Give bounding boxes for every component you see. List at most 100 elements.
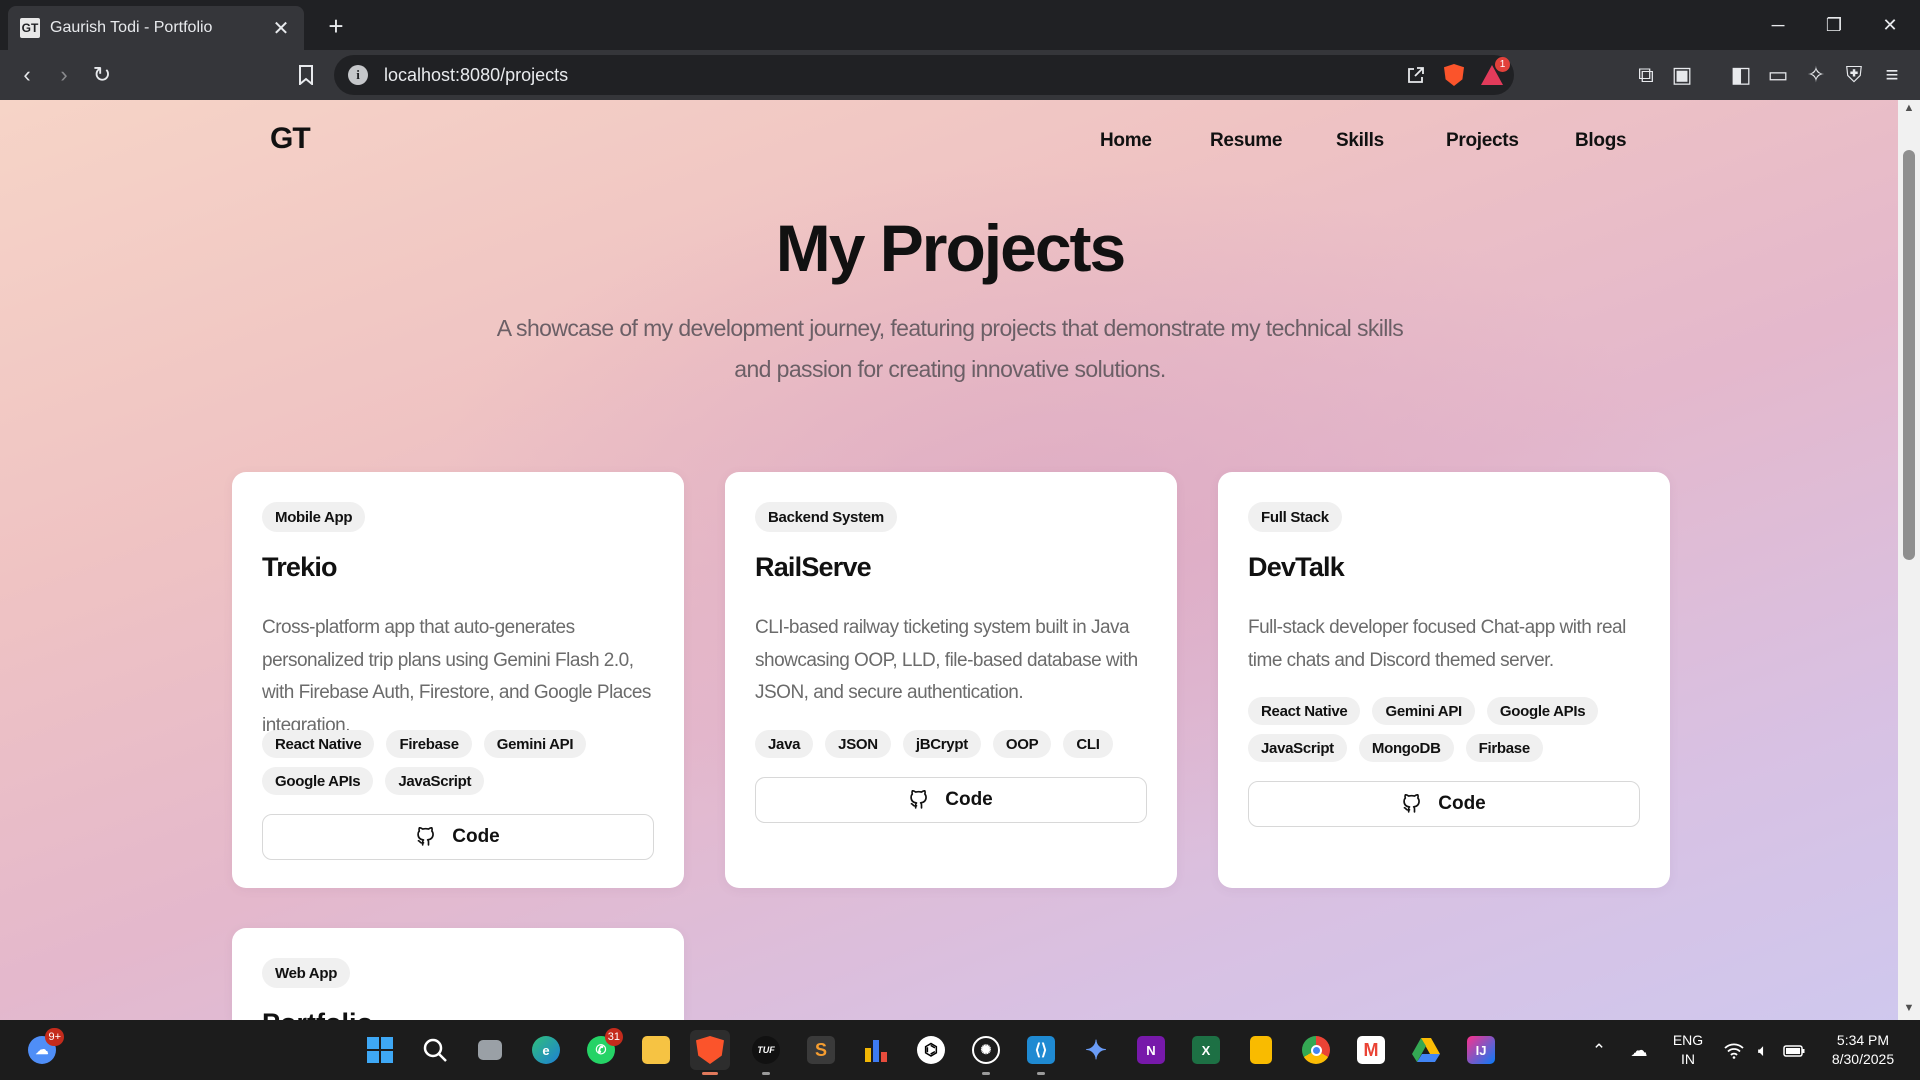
show-hidden-icons-icon[interactable]: ⌃ <box>1587 1040 1611 1062</box>
region-code: IN <box>1681 1051 1695 1067</box>
search-button[interactable] <box>415 1030 455 1070</box>
taskbar-chrome[interactable] <box>1296 1030 1336 1070</box>
category-badge: Mobile App <box>262 502 366 532</box>
tech-tag: OOP <box>992 730 1052 758</box>
clock-date: 8/30/2025 <box>1831 1051 1895 1067</box>
taskbar-vscode[interactable]: ⟨⟩ <box>1021 1030 1061 1075</box>
url-text[interactable]: localhost:8080/projects <box>384 65 1400 86</box>
nav-projects[interactable]: Projects <box>1446 130 1519 152</box>
folder-icon <box>642 1036 670 1064</box>
language-indicator[interactable]: ENG IN <box>1665 1031 1711 1069</box>
taskbar-file-explorer[interactable] <box>636 1030 676 1070</box>
minimize-button[interactable]: ─ <box>1750 0 1806 50</box>
taskbar-drive[interactable] <box>1406 1030 1446 1070</box>
back-icon[interactable]: ‹ <box>11 59 43 91</box>
restore-button[interactable]: ❐ <box>1806 0 1862 50</box>
taskbar-onenote[interactable]: N <box>1131 1030 1171 1070</box>
onedrive-icon[interactable]: ☁ <box>1627 1040 1651 1062</box>
battery-icon[interactable] <box>1782 1040 1806 1062</box>
project-description: Full-stack developer focused Chat-app wi… <box>1248 617 1626 671</box>
running-indicator <box>762 1072 770 1075</box>
site-logo[interactable]: GT <box>270 122 311 156</box>
project-title: Trekio <box>262 552 338 582</box>
site-info-icon[interactable]: i <box>348 65 368 85</box>
category-badge: Full Stack <box>1248 502 1342 532</box>
excel-icon: X <box>1192 1036 1220 1064</box>
share-icon[interactable] <box>1400 59 1432 91</box>
project-title: RailServe <box>755 552 872 582</box>
brave-icon <box>696 1036 724 1064</box>
taskbar-sublime[interactable]: S <box>801 1030 841 1070</box>
volume-icon[interactable]: 🔈︎ <box>1751 1040 1775 1062</box>
taskbar-brave[interactable] <box>690 1030 730 1075</box>
tech-tag: JavaScript <box>385 767 485 795</box>
bookmark-icon[interactable] <box>290 59 322 91</box>
taskbar-charts-app[interactable] <box>856 1030 896 1070</box>
extensions-icon[interactable]: ⧉ <box>1630 59 1662 91</box>
address-bar[interactable]: i localhost:8080/projects 1 <box>334 55 1514 95</box>
taskbar-gmail[interactable]: M <box>1351 1030 1391 1070</box>
taskbar-github[interactable]: ⌬ <box>911 1030 951 1070</box>
taskbar-tuf[interactable]: TUF <box>746 1030 786 1075</box>
nav-home[interactable]: Home <box>1100 130 1152 152</box>
github-icon <box>910 790 928 809</box>
category-badge: Web App <box>262 958 351 988</box>
new-tab-button[interactable]: + <box>320 10 352 42</box>
reload-icon[interactable]: ↻ <box>86 59 118 91</box>
taskbar: ☁ 9+ e ✆ 31 TUF S ⌬ ✺ ⟨⟩ ✦ N X M IJ ⌃ ☁ … <box>0 1020 1920 1080</box>
page-scrollbar[interactable]: ▲ ▼ <box>1898 100 1920 1020</box>
project-title: DevTalk <box>1248 552 1345 582</box>
nav-skills[interactable]: Skills <box>1336 130 1384 152</box>
sidebar-icon[interactable]: ◧ <box>1725 59 1757 91</box>
scroll-down-arrow-icon[interactable]: ▼ <box>1902 1002 1916 1018</box>
project-description: CLI-based railway ticketing system built… <box>755 617 1138 703</box>
code-button[interactable]: Code <box>1248 781 1640 827</box>
taskbar-keep[interactable] <box>1241 1030 1281 1070</box>
tab-close-icon[interactable]: ✕ <box>270 16 292 41</box>
running-indicator <box>1037 1072 1045 1075</box>
task-view-icon <box>478 1040 502 1060</box>
brave-rewards-icon[interactable]: 1 <box>1476 57 1510 91</box>
taskbar-gemini[interactable]: ✦ <box>1076 1030 1116 1070</box>
drive-icon <box>1412 1038 1440 1062</box>
taskbar-chatgpt[interactable]: ✺ <box>966 1030 1006 1075</box>
brave-shields-icon[interactable] <box>1438 59 1470 91</box>
taskbar-edge[interactable]: e <box>526 1030 566 1070</box>
clock[interactable]: 5:34 PM 8/30/2025 <box>1818 1031 1908 1069</box>
menu-icon[interactable]: ≡ <box>1876 59 1908 91</box>
tech-tag: Java <box>755 730 814 758</box>
taskbar-jetbrains[interactable]: IJ <box>1461 1030 1501 1070</box>
close-window-button[interactable]: ✕ <box>1862 0 1918 50</box>
task-view-button[interactable] <box>470 1030 510 1070</box>
taskbar-whatsapp[interactable]: ✆ 31 <box>581 1028 623 1070</box>
scroll-up-arrow-icon[interactable]: ▲ <box>1902 102 1916 118</box>
code-button[interactable]: Code <box>755 777 1147 823</box>
scrollbar-thumb[interactable] <box>1903 150 1915 560</box>
taskbar-excel[interactable]: X <box>1186 1030 1226 1070</box>
tech-tag: JSON <box>825 730 891 758</box>
wifi-icon[interactable] <box>1722 1040 1746 1062</box>
wallet-icon[interactable]: ▭ <box>1762 59 1794 91</box>
forward-icon[interactable]: › <box>48 59 80 91</box>
nav-resume[interactable]: Resume <box>1210 130 1282 152</box>
clock-time: 5:34 PM <box>1836 1032 1890 1048</box>
weather-widget[interactable]: ☁ 9+ <box>22 1028 64 1070</box>
start-button[interactable] <box>360 1030 400 1070</box>
code-button[interactable]: Code <box>262 814 654 860</box>
browser-tab[interactable]: GT Gaurish Todi - Portfolio ✕ <box>8 6 304 50</box>
reader-mode-icon[interactable]: ▣ <box>1666 59 1698 91</box>
tech-tag: Google APIs <box>262 767 374 795</box>
browser-tab-bar: GT Gaurish Todi - Portfolio ✕ + ─ ❐ ✕ <box>0 0 1920 50</box>
project-description: Cross-platform app that auto-generates p… <box>262 617 651 736</box>
onenote-icon: N <box>1137 1036 1165 1064</box>
tech-tags: React Native Firebase Gemini API Google … <box>262 730 662 795</box>
edge-icon: e <box>532 1036 560 1064</box>
github-icon <box>417 827 435 846</box>
leo-ai-icon[interactable]: ✧ <box>1800 59 1832 91</box>
gmail-icon: M <box>1357 1036 1385 1064</box>
chrome-icon <box>1302 1036 1330 1064</box>
nav-blogs[interactable]: Blogs <box>1575 130 1627 152</box>
tech-tag: CLI <box>1063 730 1113 758</box>
tech-tag: Google APIs <box>1486 697 1599 725</box>
vpn-icon[interactable]: ⛨ <box>1838 59 1870 91</box>
